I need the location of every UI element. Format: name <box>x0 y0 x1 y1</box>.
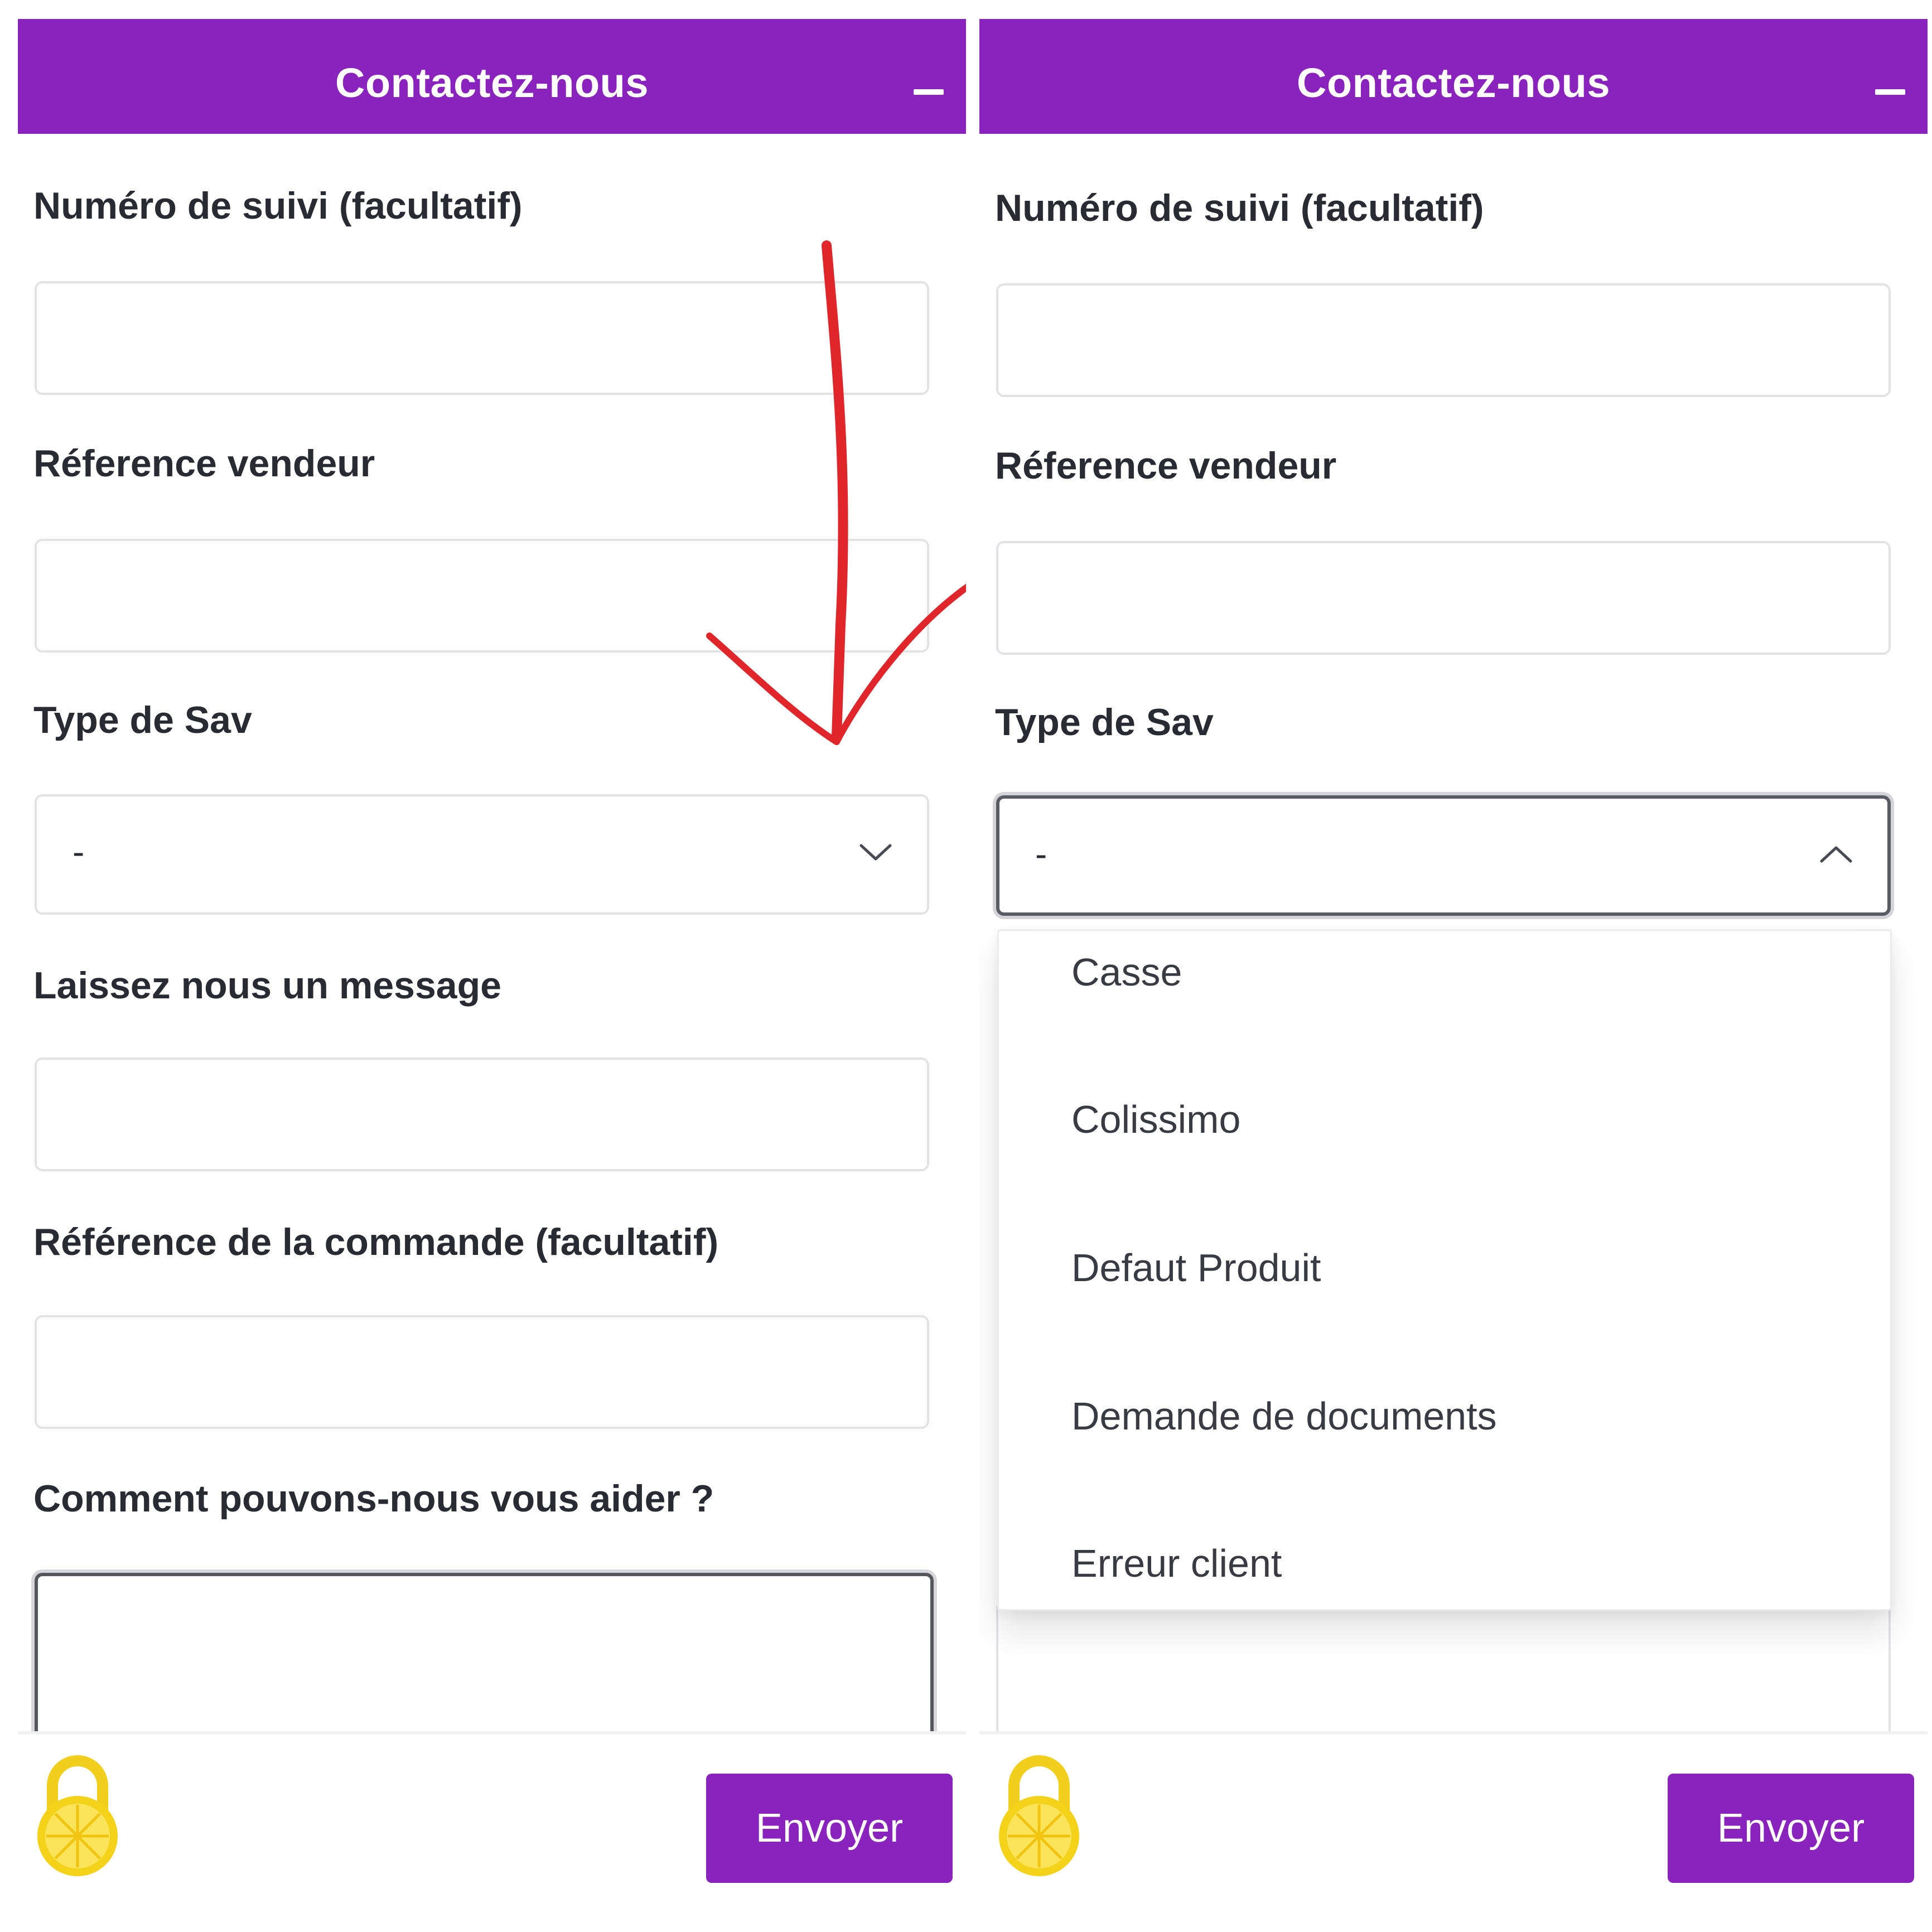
sav-type-value: - <box>73 832 85 872</box>
sav-type-label: Type de Sav <box>33 699 252 741</box>
seller-reference-label: Réference vendeur <box>33 442 375 485</box>
contact-panel-open: Contactez-nous Numéro de suivi (facultat… <box>979 0 1928 1932</box>
minus-icon[interactable] <box>1875 89 1905 95</box>
message-label: Laissez nous un message <box>33 964 501 1007</box>
chevron-down-icon <box>859 844 892 861</box>
order-reference-input[interactable] <box>35 1315 929 1429</box>
dropdown-option[interactable]: Defaut Produit <box>1071 1245 1321 1290</box>
contact-footer: Envoyer <box>979 1735 1928 1932</box>
contact-footer: Envoyer <box>18 1735 966 1932</box>
dropdown-option[interactable]: Colissimo <box>1071 1097 1240 1142</box>
seller-reference-label: Réference vendeur <box>995 445 1337 487</box>
tracking-number-label: Numéro de suivi (facultatif) <box>33 185 523 227</box>
tracking-number-label: Numéro de suivi (facultatif) <box>995 187 1484 229</box>
lemon-lock-icon <box>999 1755 1079 1876</box>
chevron-up-icon <box>1820 846 1852 863</box>
seller-reference-input[interactable] <box>35 539 929 653</box>
send-button[interactable]: Envoyer <box>1668 1774 1914 1883</box>
message-input[interactable] <box>35 1057 929 1171</box>
help-textarea-partial <box>996 1606 1891 1740</box>
contact-panel-closed: Contactez-nous Numéro de suivi (facultat… <box>18 0 966 1932</box>
minus-icon[interactable] <box>914 89 944 95</box>
dropdown-option[interactable]: Casse <box>1071 950 1182 994</box>
contact-header: Contactez-nous <box>979 19 1928 134</box>
send-button[interactable]: Envoyer <box>706 1774 953 1883</box>
dropdown-option[interactable]: Demande de documents <box>1071 1394 1497 1438</box>
sav-type-value: - <box>1035 834 1047 874</box>
header-title: Contactez-nous <box>335 60 649 106</box>
contact-header: Contactez-nous <box>18 19 966 134</box>
header-title: Contactez-nous <box>1297 60 1610 106</box>
tracking-number-input[interactable] <box>35 281 929 395</box>
lemon-lock-icon <box>37 1755 118 1876</box>
help-label: Comment pouvons-nous vous aider ? <box>33 1477 714 1520</box>
dropdown-option[interactable]: Erreur client <box>1071 1541 1282 1586</box>
seller-reference-input[interactable] <box>996 541 1891 655</box>
tracking-number-input[interactable] <box>996 283 1891 397</box>
sav-type-select[interactable]: - <box>35 794 929 915</box>
order-reference-label: Référence de la commande (facultatif) <box>33 1221 719 1263</box>
sav-type-select[interactable]: - <box>996 795 1891 916</box>
sav-type-dropdown: Casse Colissimo Defaut Produit Demande d… <box>997 929 1892 1611</box>
sav-type-label: Type de Sav <box>995 701 1214 743</box>
